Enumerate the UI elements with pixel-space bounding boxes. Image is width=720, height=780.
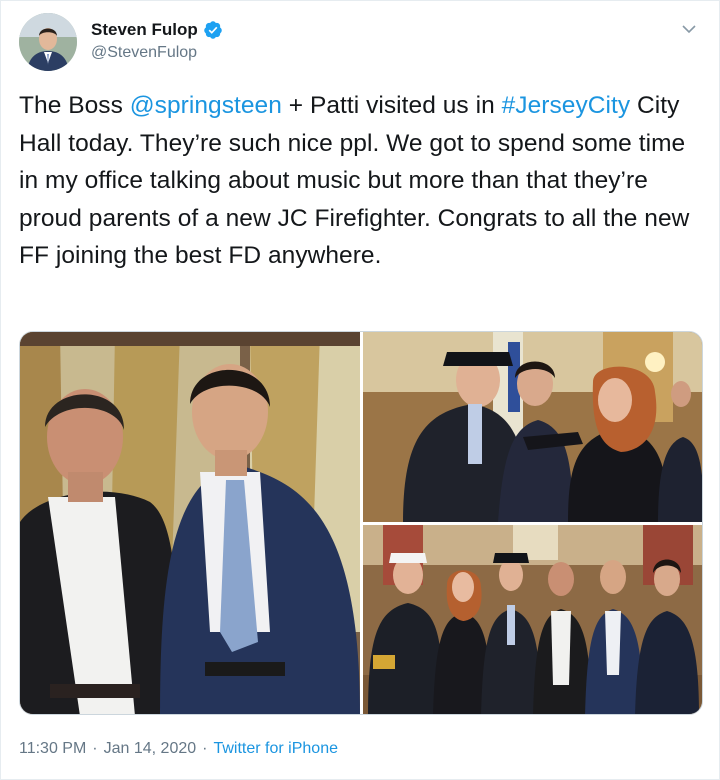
photo-pinning-ceremony[interactable]	[363, 332, 702, 522]
avatar[interactable]	[19, 13, 77, 71]
author-display-name[interactable]: Steven Fulop	[91, 20, 198, 40]
mention-link[interactable]: @springsteen	[130, 92, 282, 119]
tweet-text-part: + Patti visited us in	[281, 92, 502, 119]
chevron-down-icon[interactable]	[679, 19, 699, 39]
tweet-time[interactable]: 11:30 PM	[19, 740, 86, 758]
author-handle[interactable]: @StevenFulop	[91, 44, 197, 62]
verified-badge-icon	[203, 20, 223, 40]
tweet-card: Steven Fulop @StevenFulop The Boss @spri…	[0, 0, 720, 780]
footer-separator: ·	[92, 740, 98, 757]
tweet-text: The Boss @springsteen + Patti visited us…	[19, 87, 709, 275]
hashtag-link[interactable]: #JerseyCity	[502, 92, 631, 119]
tweet-date[interactable]: Jan 14, 2020	[104, 740, 197, 758]
photo-group[interactable]	[363, 525, 702, 714]
tweet-footer: 11:30 PM · Jan 14, 2020 · Twitter for iP…	[19, 740, 338, 758]
media-grid	[19, 331, 703, 715]
tweet-source-link[interactable]: Twitter for iPhone	[213, 740, 338, 758]
photo-office-portrait[interactable]	[20, 332, 360, 714]
footer-separator: ·	[202, 740, 208, 757]
author-row: Steven Fulop	[91, 20, 223, 40]
tweet-text-part: The Boss	[19, 92, 130, 119]
